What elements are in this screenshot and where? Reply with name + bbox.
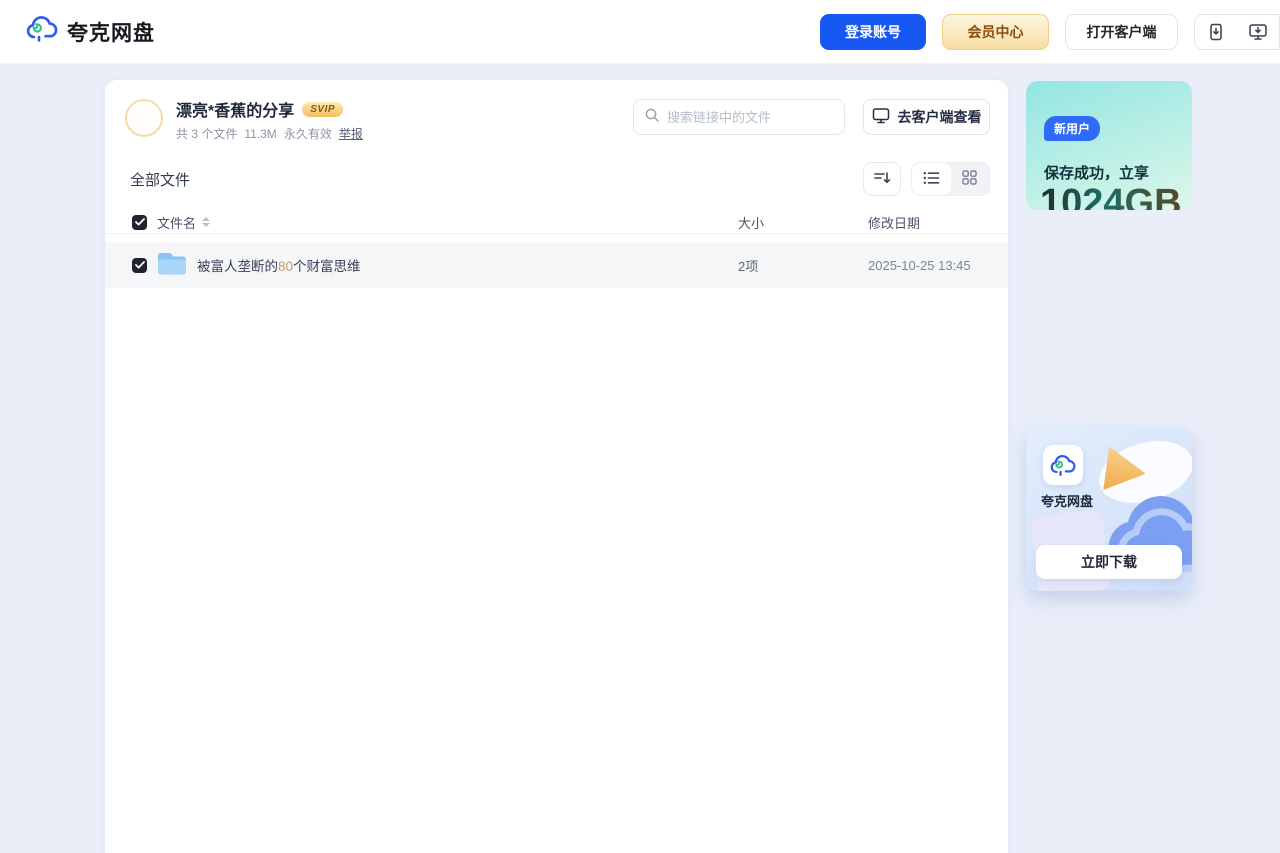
modified-column-label: 修改日期: [868, 215, 921, 231]
report-link[interactable]: 举报: [339, 125, 363, 142]
size-column-label: 大小: [738, 215, 765, 231]
name-column-label: 文件名: [157, 215, 197, 231]
mobile-download-icon[interactable]: [1195, 23, 1237, 41]
select-all-checkbox[interactable]: [132, 214, 147, 230]
client-download-group: [1194, 13, 1280, 50]
share-title: 漂亮*香蕉的分享: [176, 103, 295, 120]
new-user-promo-banner[interactable]: 新用户 保存成功，立享 1024GB: [1026, 81, 1192, 210]
section-title: 全部文件: [130, 171, 191, 189]
list-view-button[interactable]: [912, 163, 951, 195]
share-meta: 共 3 个文件 11.3M 永久有效 举报: [176, 125, 363, 142]
login-button[interactable]: 登录账号: [820, 13, 926, 50]
list-view-icon: [923, 171, 940, 188]
brand-name: 夸克网盘: [67, 21, 155, 45]
brand[interactable]: 夸克网盘: [26, 15, 155, 48]
promo-brand-name: 夸克网盘: [1041, 494, 1094, 509]
desktop-download-icon[interactable]: [1237, 23, 1279, 41]
total-size: 11.3M: [244, 126, 277, 141]
app-header: 夸克网盘 登录账号 会员中心 打开客户端: [0, 0, 1280, 64]
view-in-client-button[interactable]: 去客户端查看: [863, 99, 990, 135]
table-header: 文件名 大小 修改日期: [105, 211, 1008, 234]
file-modified: 2025-10-25 13:45: [868, 257, 971, 273]
file-row[interactable]: 被富人垄断的80个财富思维 2项 2025-10-25 13:45: [105, 242, 1008, 288]
list-toolbar: 全部文件: [105, 162, 1008, 196]
file-count: 共 3 个文件: [176, 127, 238, 141]
promo-line1: 保存成功，立享: [1044, 165, 1150, 182]
share-card: 漂亮*香蕉的分享 SVIP 共 3 个文件 11.3M 永久有效 举报 搜索链接…: [105, 80, 1008, 853]
share-info: 漂亮*香蕉的分享 SVIP 共 3 个文件 11.3M 永久有效 举报: [176, 99, 363, 155]
folder-icon: [157, 251, 187, 280]
sort-carets-icon: [202, 217, 211, 227]
grid-view-button[interactable]: [951, 163, 990, 195]
new-user-badge: 新用户: [1044, 116, 1101, 141]
file-size: 2项: [738, 258, 759, 274]
search-icon: [644, 107, 660, 128]
name-column-sort[interactable]: 文件名: [157, 213, 704, 232]
grid-view-icon: [962, 170, 977, 188]
download-promo-card[interactable]: 夸克网盘 立即下载: [1026, 427, 1192, 591]
validity: 永久有效: [283, 127, 332, 141]
quark-logo-tile: [1043, 445, 1083, 485]
sort-icon: [873, 170, 891, 189]
download-now-button[interactable]: 立即下载: [1036, 545, 1182, 579]
view-toggle: [911, 162, 990, 196]
search-input[interactable]: [667, 109, 834, 125]
sort-button[interactable]: [863, 162, 901, 196]
file-name-highlight: 80: [278, 259, 294, 274]
file-name: 被富人垄断的80个财富思维: [197, 259, 361, 274]
member-center-button[interactable]: 会员中心: [942, 13, 1049, 50]
row-checkbox[interactable]: [132, 257, 147, 273]
share-tools: 去客户端查看: [633, 99, 990, 135]
header-actions: 登录账号 会员中心 打开客户端: [820, 13, 1280, 50]
quark-logo-icon: [26, 15, 58, 48]
search-box: [633, 99, 845, 135]
monitor-icon: [872, 107, 890, 127]
promo-capacity: 1024GB: [1040, 184, 1182, 210]
view-in-client-label: 去客户端查看: [897, 109, 982, 125]
open-client-button[interactable]: 打开客户端: [1065, 13, 1178, 50]
avatar: [125, 99, 163, 137]
share-header: 漂亮*香蕉的分享 SVIP 共 3 个文件 11.3M 永久有效 举报 搜索链接…: [105, 80, 1008, 155]
svip-badge: SVIP: [302, 101, 344, 117]
